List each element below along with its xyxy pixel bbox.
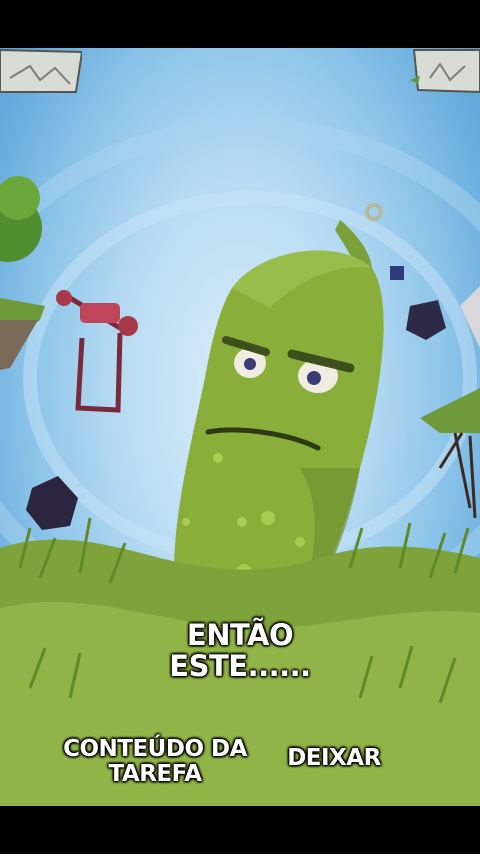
lawnmower-icon <box>56 290 138 413</box>
left-hud-panel <box>0 48 82 93</box>
letterbox-bottom <box>0 806 480 854</box>
leave-button[interactable]: DEIXAR <box>276 746 392 771</box>
task-content-button[interactable]: CONTEÚDO DA TAREFA <box>50 737 260 787</box>
dialogue-subtitle: ENTÃO ESTE...... <box>140 620 340 682</box>
dialogue-line-1: ENTÃO <box>186 618 294 652</box>
right-hud-panel <box>410 49 480 94</box>
game-scene <box>0 48 480 806</box>
scene-art <box>0 118 480 806</box>
dialogue-line-2: ESTE...... <box>169 649 311 683</box>
letterbox-top <box>0 0 480 48</box>
